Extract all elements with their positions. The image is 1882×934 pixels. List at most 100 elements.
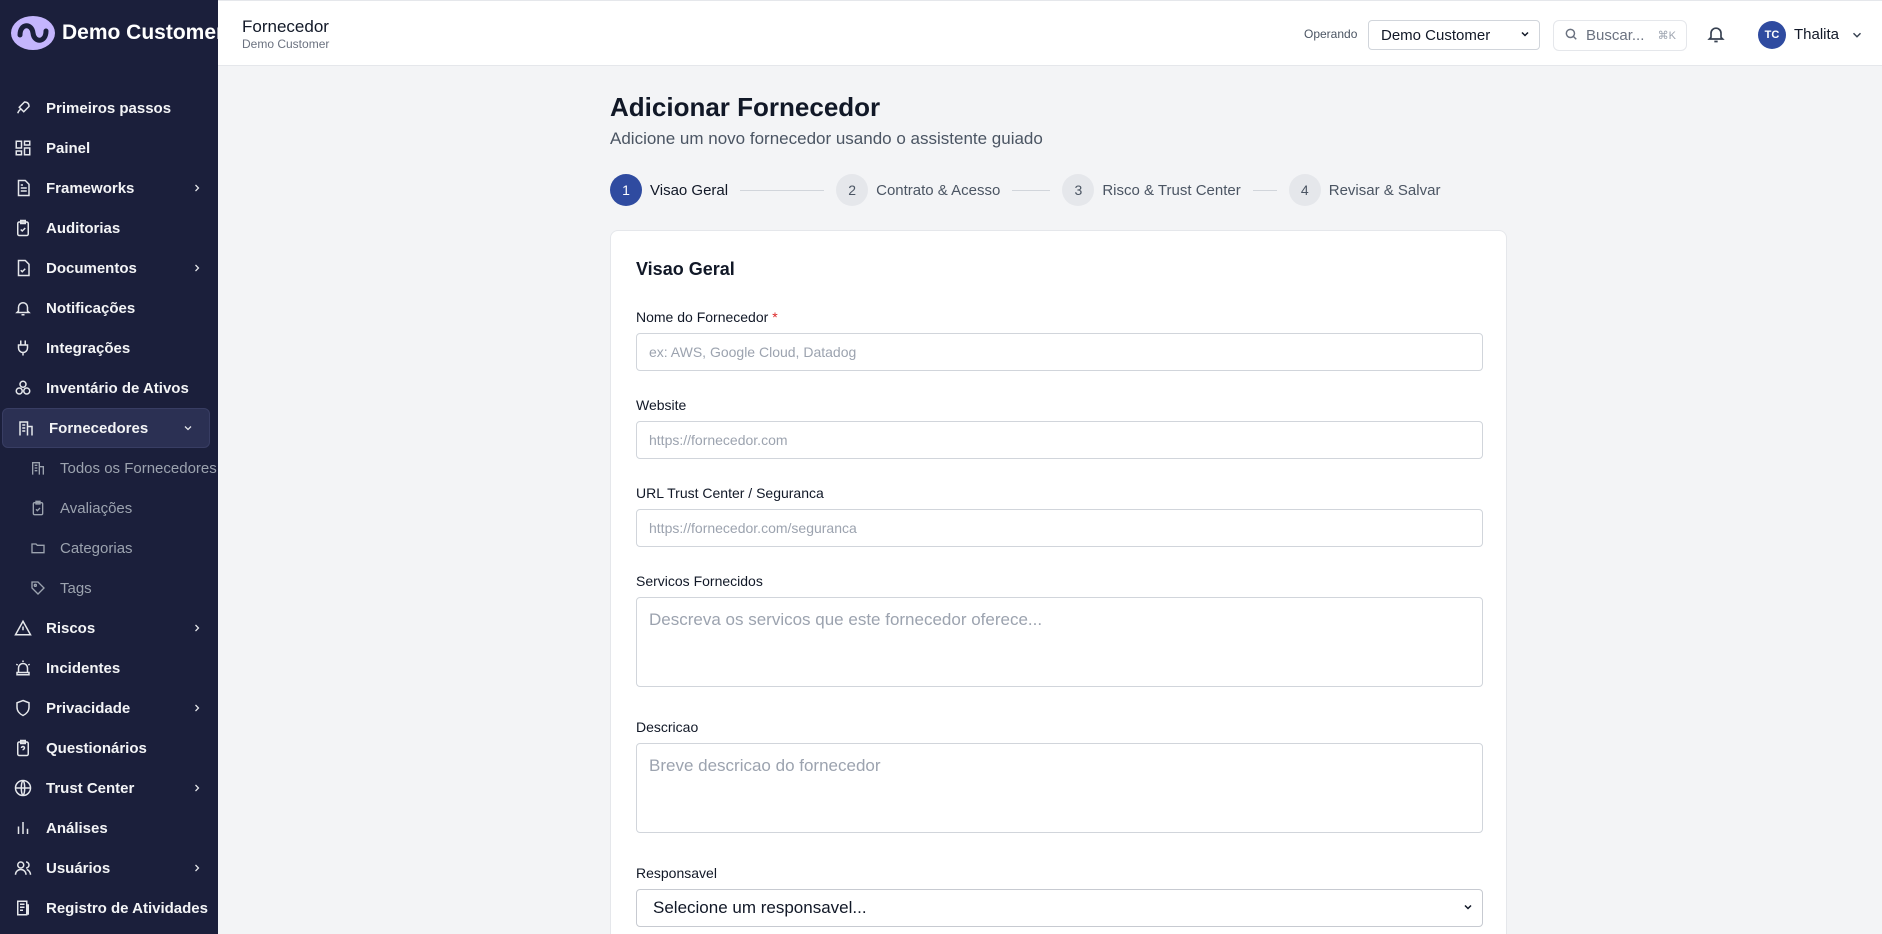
sidebar: Demo Customer Primeiros passos Painel Fr… [0, 0, 218, 934]
sidebar-item-label: Riscos [46, 619, 96, 637]
wizard-stepper: 1 Visao Geral 2 Contrato & Acesso 3 Risc… [610, 174, 1440, 206]
brand-logo-icon [10, 14, 56, 52]
chevron-down-icon[interactable] [1850, 28, 1864, 42]
page-subtitle: Demo Customer [242, 37, 330, 51]
sidebar-subitem-label: Todos os Fornecedores [60, 459, 217, 477]
bell-icon [14, 299, 32, 317]
user-name[interactable]: Thalita [1794, 26, 1839, 43]
vendor-name-input[interactable]: ex: AWS, Google Cloud, Datadog [636, 333, 1483, 371]
step-label: Risco & Trust Center [1102, 181, 1241, 199]
description-textarea[interactable]: Breve descricao do fornecedor [636, 743, 1483, 833]
sidebar-item-label: Auditorias [46, 219, 121, 237]
vendor-name-label-text: Nome do Fornecedor [636, 309, 769, 325]
sidebar-item-integracoes[interactable]: Integrações [0, 328, 218, 368]
sidebar-item-questionarios[interactable]: Questionários [0, 728, 218, 768]
chevron-down-icon [1519, 27, 1531, 44]
step-2[interactable]: 2 Contrato & Acesso [836, 174, 1000, 206]
sidebar-item-painel[interactable]: Painel [0, 128, 218, 168]
sidebar-item-label: Notificações [46, 299, 136, 317]
sidebar-item-label: Usuários [46, 859, 111, 877]
website-label: Website [636, 397, 687, 413]
sidebar-subitem-tags[interactable]: Tags [0, 568, 218, 608]
document-icon [14, 179, 32, 197]
sidebar-item-usuarios[interactable]: Usuários [0, 848, 218, 888]
sidebar-item-frameworks[interactable]: Frameworks [0, 168, 218, 208]
chevron-right-icon [190, 181, 204, 195]
step-number: 3 [1062, 174, 1095, 206]
card-title: Visao Geral [636, 259, 735, 279]
avatar[interactable]: TC [1758, 21, 1786, 49]
sidebar-item-analises[interactable]: Análises [0, 808, 218, 848]
siren-icon [14, 659, 32, 677]
sidebar-item-trust-center[interactable]: Trust Center [0, 768, 218, 808]
sidebar-item-notificacoes[interactable]: Notificações [0, 288, 218, 328]
sidebar-item-auditorias[interactable]: Auditorias [0, 208, 218, 248]
search-input[interactable]: Buscar... ⌘K [1553, 20, 1687, 51]
chevron-right-icon [190, 861, 204, 875]
sidebar-item-label: Integrações [46, 339, 131, 357]
sidebar-nav: Primeiros passos Painel Frameworks Audit… [0, 88, 218, 928]
step-number: 1 [610, 174, 642, 206]
sidebar-item-riscos[interactable]: Riscos [0, 608, 218, 648]
services-textarea[interactable]: Descreva os servicos que este fornecedor… [636, 597, 1483, 687]
clipboard-check-icon [14, 219, 32, 237]
sidebar-item-incidentes[interactable]: Incidentes [0, 648, 218, 688]
step-label: Contrato & Acesso [876, 181, 1001, 199]
vendor-name-label: Nome do Fornecedor * [636, 309, 778, 325]
sidebar-item-label: Questionários [46, 739, 147, 757]
activity-log-icon [14, 899, 32, 917]
rocket-icon [14, 99, 32, 117]
tag-icon [30, 580, 46, 596]
step-4[interactable]: 4 Revisar & Salvar [1288, 174, 1441, 206]
trust-center-url-label: URL Trust Center / Seguranca [636, 485, 824, 501]
chevron-right-icon [190, 781, 204, 795]
sidebar-item-label: Fornecedores [49, 419, 149, 437]
notifications-bell-icon[interactable] [1706, 24, 1726, 44]
sidebar-item-label: Análises [46, 819, 108, 837]
sidebar-item-inventario[interactable]: Inventário de Ativos [0, 368, 218, 408]
sidebar-item-documentos[interactable]: Documentos [0, 248, 218, 288]
building-icon [17, 419, 35, 437]
warning-icon [14, 619, 32, 637]
trust-center-url-input[interactable]: https://fornecedor.com/seguranca [636, 509, 1483, 547]
sidebar-item-label: Registro de Atividades [46, 899, 208, 917]
step-3[interactable]: 3 Risco & Trust Center [1062, 174, 1241, 206]
boxes-icon [14, 379, 32, 397]
owner-select[interactable]: Selecione um responsavel... [636, 889, 1483, 927]
sidebar-item-primeiros-passos[interactable]: Primeiros passos [0, 88, 218, 128]
operating-label: Operando [1304, 27, 1358, 41]
page-title: Fornecedor [242, 17, 329, 36]
main-title: Adicionar Fornecedor [610, 92, 881, 122]
folder-icon [30, 540, 46, 556]
step-connector [740, 189, 825, 191]
brand[interactable]: Demo Customer [0, 0, 218, 66]
step-1[interactable]: 1 Visao Geral [610, 174, 728, 206]
sidebar-subitem-label: Tags [60, 579, 92, 597]
sidebar-subitem-avaliacoes[interactable]: Avaliações [0, 488, 218, 528]
sidebar-item-privacidade[interactable]: Privacidade [0, 688, 218, 728]
plug-icon [14, 339, 32, 357]
sidebar-subitem-categorias[interactable]: Categorias [0, 528, 218, 568]
step-connector [1252, 189, 1277, 191]
org-select-value: Demo Customer [1381, 26, 1491, 44]
sidebar-item-registro-atividades[interactable]: Registro de Atividades [0, 888, 218, 928]
chevron-down-icon [181, 421, 195, 435]
step-label: Visao Geral [650, 181, 729, 199]
bar-chart-icon [14, 819, 32, 837]
building-icon [30, 460, 46, 476]
main-subtitle: Adicione um novo fornecedor usando o ass… [610, 129, 1043, 148]
owner-label: Responsavel [636, 865, 717, 881]
chevron-right-icon [190, 621, 204, 635]
org-select[interactable]: Demo Customer [1368, 20, 1540, 50]
sidebar-item-fornecedores[interactable]: Fornecedores [2, 408, 210, 448]
sidebar-item-label: Inventário de Ativos [46, 379, 189, 397]
sidebar-item-label: Privacidade [46, 699, 131, 717]
description-label: Descricao [636, 719, 699, 735]
step-label: Revisar & Salvar [1328, 181, 1441, 199]
sidebar-item-label: Incidentes [46, 659, 121, 677]
shield-icon [14, 699, 32, 717]
website-input[interactable]: https://fornecedor.com [636, 421, 1483, 459]
sidebar-subitem-todos-fornecedores[interactable]: Todos os Fornecedores [0, 448, 218, 488]
sidebar-item-label: Painel [46, 139, 91, 157]
services-label: Servicos Fornecidos [636, 573, 763, 589]
